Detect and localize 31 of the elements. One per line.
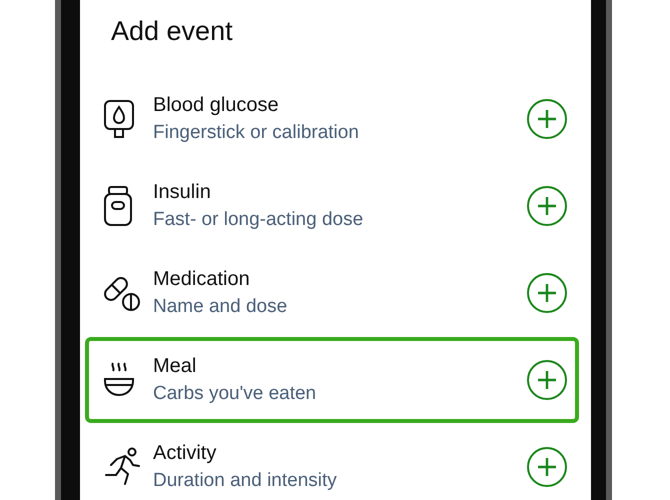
add-button[interactable] (527, 273, 567, 313)
running-person-icon (103, 447, 143, 487)
event-description: Carbs you've eaten (153, 383, 318, 405)
plus-icon (537, 196, 557, 216)
event-row[interactable]: Insulin Fast- or long-acting dose (85, 163, 579, 249)
plus-icon (537, 283, 557, 303)
add-button[interactable] (527, 447, 567, 487)
event-row[interactable]: Activity Duration and intensity (85, 424, 579, 500)
bottle-icon (103, 185, 133, 227)
bowl-icon (103, 361, 135, 399)
add-button[interactable] (527, 186, 567, 226)
event-row[interactable]: Medication Name and dose (85, 250, 579, 336)
event-name: Blood glucose (153, 94, 280, 117)
plus-icon (537, 457, 557, 477)
event-name: Insulin (153, 181, 212, 204)
event-description: Name and dose (153, 296, 288, 318)
page-title: Add event (111, 16, 233, 47)
plus-icon (537, 370, 557, 390)
event-description: Fingerstick or calibration (153, 122, 360, 144)
add-button[interactable] (527, 99, 567, 139)
blood-drop-device-icon (103, 99, 135, 139)
plus-icon (537, 109, 557, 129)
event-name: Medication (153, 268, 251, 291)
event-description: Duration and intensity (153, 470, 338, 492)
highlighted-event-row[interactable]: Meal Carbs you've eaten (85, 337, 579, 423)
event-description: Fast- or long-acting dose (153, 209, 364, 231)
event-name: Meal (153, 355, 198, 378)
pills-icon (103, 274, 141, 312)
event-row[interactable]: Blood glucose Fingerstick or calibration (85, 76, 579, 162)
event-name: Activity (153, 442, 218, 465)
add-button[interactable] (527, 360, 567, 400)
